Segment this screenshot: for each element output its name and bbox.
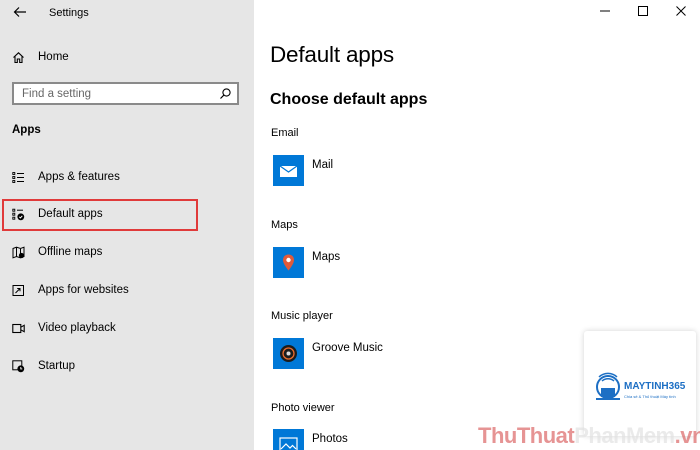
sidebar: Settings Home Apps <box>0 0 254 450</box>
sidebar-item-offline-maps[interactable]: Offline maps <box>0 237 254 267</box>
watermark-logo: MAYTINH365 Chia sẻ & Thủ thuật Máy tính <box>584 331 696 436</box>
default-app-maps[interactable]: Maps <box>273 247 523 281</box>
sidebar-item-label: Startup <box>38 360 76 372</box>
sidebar-item-default-apps[interactable]: Default apps <box>0 199 254 231</box>
close-icon <box>676 3 686 21</box>
app-name: Photos <box>312 433 348 445</box>
music-disc-icon <box>273 338 304 369</box>
section-subtitle: Choose default apps <box>270 91 428 108</box>
category-label-photo-viewer: Photo viewer <box>271 402 335 414</box>
app-name: Maps <box>312 251 341 263</box>
search-input[interactable] <box>14 84 214 103</box>
sidebar-item-video-playback[interactable]: Video playback <box>0 313 254 343</box>
sidebar-item-apps-features[interactable]: Apps & features <box>0 162 254 192</box>
sidebar-item-label: Default apps <box>38 208 103 220</box>
window-title: Settings <box>49 7 89 19</box>
minimize-button[interactable] <box>586 0 624 24</box>
sidebar-item-label: Apps & features <box>38 171 120 183</box>
map-pin-icon <box>273 247 304 278</box>
search-icon[interactable] <box>219 87 232 100</box>
section-heading: Apps <box>12 124 41 136</box>
app-name: Mail <box>312 159 334 171</box>
category-label-music-player: Music player <box>271 310 333 322</box>
category-label-maps: Maps <box>271 219 298 231</box>
logo-tagline: Chia sẻ & Thủ thuật Máy tính <box>624 394 676 399</box>
watermark-part-1: ThuThuat <box>478 423 575 448</box>
watermark-site-text: ThuThuatPhanMem.vn <box>478 423 700 449</box>
maximize-icon <box>638 3 648 21</box>
mail-icon <box>273 155 304 186</box>
back-arrow-icon[interactable] <box>12 4 28 20</box>
default-app-music-player[interactable]: Groove Music <box>273 338 523 372</box>
startup-icon <box>12 359 25 373</box>
video-icon <box>12 322 25 335</box>
sidebar-item-label: Apps for websites <box>38 284 129 296</box>
map-icon <box>12 245 25 259</box>
sidebar-item-startup[interactable]: Startup <box>0 351 254 381</box>
sidebar-item-label: Video playback <box>38 322 116 334</box>
home-label: Home <box>38 51 69 63</box>
settings-window: Settings Home Apps <box>0 0 700 450</box>
search-box[interactable] <box>12 82 239 105</box>
maximize-button[interactable] <box>624 0 662 24</box>
open-in-new-icon <box>12 284 25 297</box>
window-controls <box>586 0 700 24</box>
page-title: Default apps <box>270 42 394 67</box>
home-nav-item[interactable]: Home <box>0 44 254 70</box>
list-icon <box>12 171 25 184</box>
logo-name: MAYTINH365 <box>624 381 686 392</box>
photo-icon <box>273 429 304 450</box>
app-name: Groove Music <box>312 342 383 354</box>
close-button[interactable] <box>662 0 700 24</box>
minimize-icon <box>600 3 610 21</box>
watermark-part-3: .vn <box>674 423 700 448</box>
sidebar-item-apps-for-websites[interactable]: Apps for websites <box>0 275 254 305</box>
sidebar-item-label: Offline maps <box>38 246 103 258</box>
default-app-email[interactable]: Mail <box>273 155 523 189</box>
default-apps-icon <box>12 208 25 221</box>
category-label-email: Email <box>271 127 299 139</box>
home-icon <box>12 51 25 64</box>
watermark-part-2: PhanMem <box>574 423 675 448</box>
